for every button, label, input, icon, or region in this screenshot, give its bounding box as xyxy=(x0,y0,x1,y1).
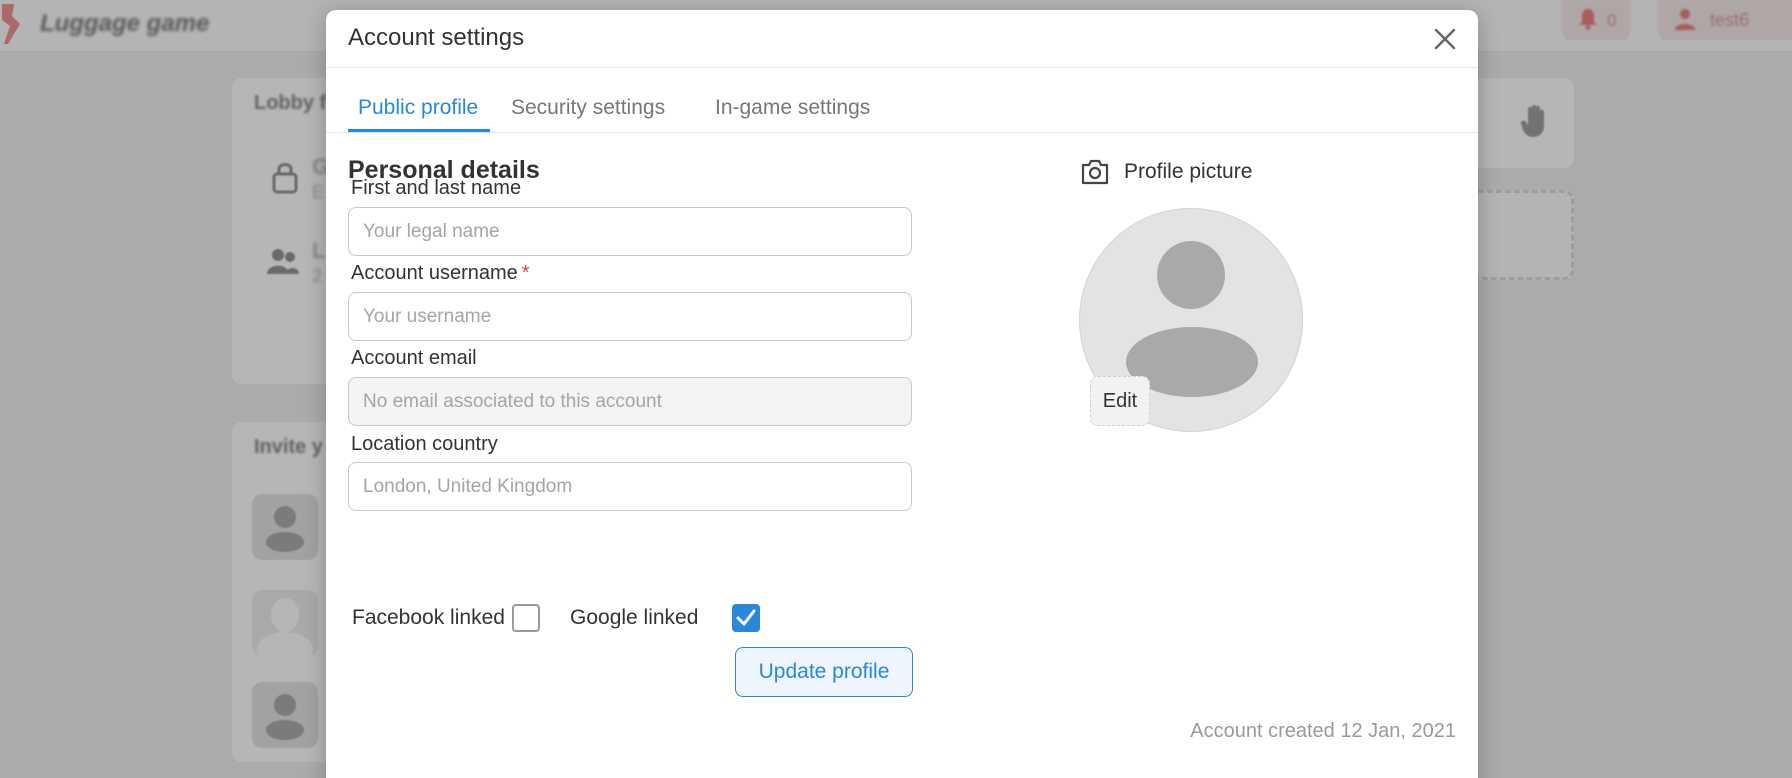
required-mark: * xyxy=(521,262,530,284)
google-linked-label: Google linked xyxy=(570,606,699,629)
facebook-linked-label: Facebook linked xyxy=(352,606,505,629)
username-label-text: Account username xyxy=(351,262,518,284)
name-input[interactable] xyxy=(348,207,912,256)
username-input[interactable] xyxy=(348,292,912,341)
tab-security-settings[interactable]: Security settings xyxy=(511,96,665,132)
account-settings-modal: Account settings Public profile Security… xyxy=(326,10,1478,778)
profile-picture-label: Profile picture xyxy=(1124,160,1253,183)
close-icon[interactable] xyxy=(1430,24,1460,54)
email-field-label: Account email xyxy=(351,347,477,369)
google-linked-checkbox[interactable] xyxy=(732,604,760,632)
modal-title: Account settings xyxy=(348,24,525,51)
tab-in-game-settings[interactable]: In-game settings xyxy=(715,96,870,132)
email-input xyxy=(348,377,912,426)
facebook-linked-checkbox[interactable] xyxy=(512,604,540,632)
settings-tabs: Public profile Security settings In-game… xyxy=(348,78,1478,134)
country-input[interactable] xyxy=(348,462,912,511)
linked-accounts-row: Facebook linked Google linked xyxy=(352,602,912,636)
checkmark-icon xyxy=(736,609,756,626)
username-field-label: Account username * xyxy=(351,262,530,285)
tabs-divider xyxy=(326,132,1478,133)
camera-icon xyxy=(1081,159,1109,185)
modal-header: Account settings xyxy=(326,10,1478,68)
edit-profile-picture-button[interactable]: Edit xyxy=(1090,376,1150,426)
avatar-head xyxy=(1157,241,1225,309)
country-field-label: Location country xyxy=(351,433,498,455)
account-created-date: Account created 12 Jan, 2021 xyxy=(1190,720,1456,742)
name-field-label: First and last name xyxy=(351,177,522,199)
tab-public-profile[interactable]: Public profile xyxy=(348,96,490,132)
update-profile-button[interactable]: Update profile xyxy=(735,647,913,697)
